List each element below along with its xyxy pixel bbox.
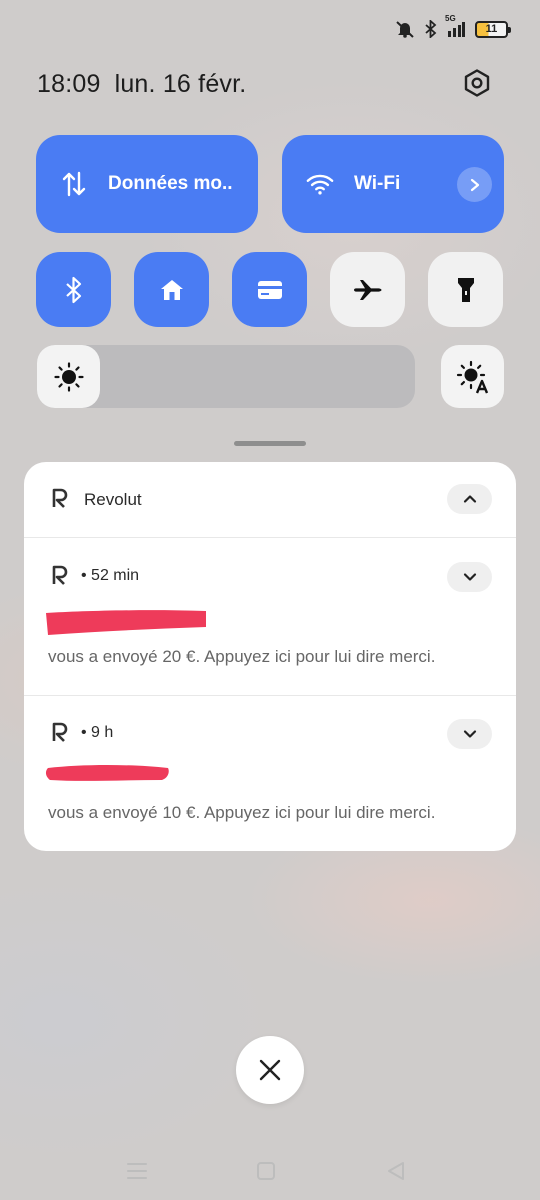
home-button[interactable] xyxy=(251,1156,281,1186)
app-name: Revolut xyxy=(84,490,142,509)
airplane-icon xyxy=(353,279,381,300)
battery-level: 11 xyxy=(485,23,498,35)
home-icon xyxy=(160,279,183,300)
notification-time: • 52 min xyxy=(81,567,140,584)
signal-icon: 5G xyxy=(445,14,465,38)
network-type-label: 5G xyxy=(445,14,456,23)
card-icon xyxy=(257,280,282,299)
gear-icon xyxy=(462,68,492,103)
back-button[interactable] xyxy=(381,1156,411,1186)
chevron-down-icon xyxy=(463,573,476,581)
chevron-right-icon xyxy=(470,178,479,191)
menu-icon xyxy=(127,1163,147,1179)
brightness-slider[interactable] xyxy=(37,345,415,408)
brightness-thumb[interactable] xyxy=(37,345,100,408)
airplane-tile[interactable] xyxy=(330,252,405,327)
home-tile[interactable] xyxy=(134,252,209,327)
navigation-bar xyxy=(0,1140,540,1200)
clock-date: lun. 16 févr. xyxy=(114,70,247,98)
notification-time: • 9 h xyxy=(81,724,114,741)
redaction-mark xyxy=(45,765,169,781)
revolut-logo-icon xyxy=(52,488,68,508)
card-tile[interactable] xyxy=(232,252,307,327)
home-square-icon xyxy=(257,1162,275,1180)
mobile-data-tile[interactable]: Données mo.. xyxy=(36,135,258,233)
redaction-mark xyxy=(46,610,206,635)
auto-brightness-button[interactable] xyxy=(441,345,504,408)
bluetooth-tile[interactable] xyxy=(36,252,111,327)
notification-group-header[interactable]: Revolut xyxy=(24,462,516,538)
bluetooth-icon xyxy=(425,20,437,38)
mute-icon xyxy=(395,20,415,38)
wifi-icon xyxy=(306,172,334,196)
status-bar: 5G 11 xyxy=(0,0,540,62)
sun-icon xyxy=(53,361,84,392)
settings-button[interactable] xyxy=(458,66,496,104)
back-triangle-icon xyxy=(388,1162,404,1180)
notification-group[interactable]: Revolut • 52 min vous a envoyé 20 €. App… xyxy=(24,462,516,851)
datetime: 18:09 lun. 16 févr. xyxy=(37,70,246,99)
wifi-label: Wi-Fi xyxy=(354,173,401,194)
flashlight-icon xyxy=(457,277,474,302)
wifi-expand-button[interactable] xyxy=(457,167,492,202)
expand-button[interactable] xyxy=(447,562,492,592)
notification-body: vous a envoyé 20 €. Appuyez ici pour lui… xyxy=(48,647,436,666)
notification-body: vous a envoyé 10 €. Appuyez ici pour lui… xyxy=(48,803,436,822)
battery-icon: 11 xyxy=(475,20,511,38)
flashlight-tile[interactable] xyxy=(428,252,503,327)
clear-notifications-button[interactable] xyxy=(236,1036,304,1104)
collapse-button[interactable] xyxy=(447,484,492,514)
close-icon xyxy=(259,1059,281,1081)
menu-button[interactable] xyxy=(122,1156,152,1186)
revolut-logo-icon xyxy=(52,565,68,585)
notification-item[interactable]: • 9 h vous a envoyé 10 €. Appuyez ici po… xyxy=(24,696,516,851)
wifi-tile[interactable]: Wi-Fi xyxy=(282,135,504,233)
clock-time: 18:09 xyxy=(37,70,101,98)
expand-button[interactable] xyxy=(447,719,492,749)
auto-brightness-icon xyxy=(456,360,488,393)
chevron-up-icon xyxy=(463,495,476,503)
drag-handle[interactable] xyxy=(234,441,306,446)
chevron-down-icon xyxy=(463,730,476,738)
notification-item[interactable]: • 52 min vous a envoyé 20 €. Appuyez ici… xyxy=(24,539,516,696)
mobile-data-label: Données mo.. xyxy=(108,173,233,194)
bluetooth-icon xyxy=(65,276,81,303)
revolut-logo-icon xyxy=(52,722,68,742)
mobile-data-icon xyxy=(60,171,88,197)
